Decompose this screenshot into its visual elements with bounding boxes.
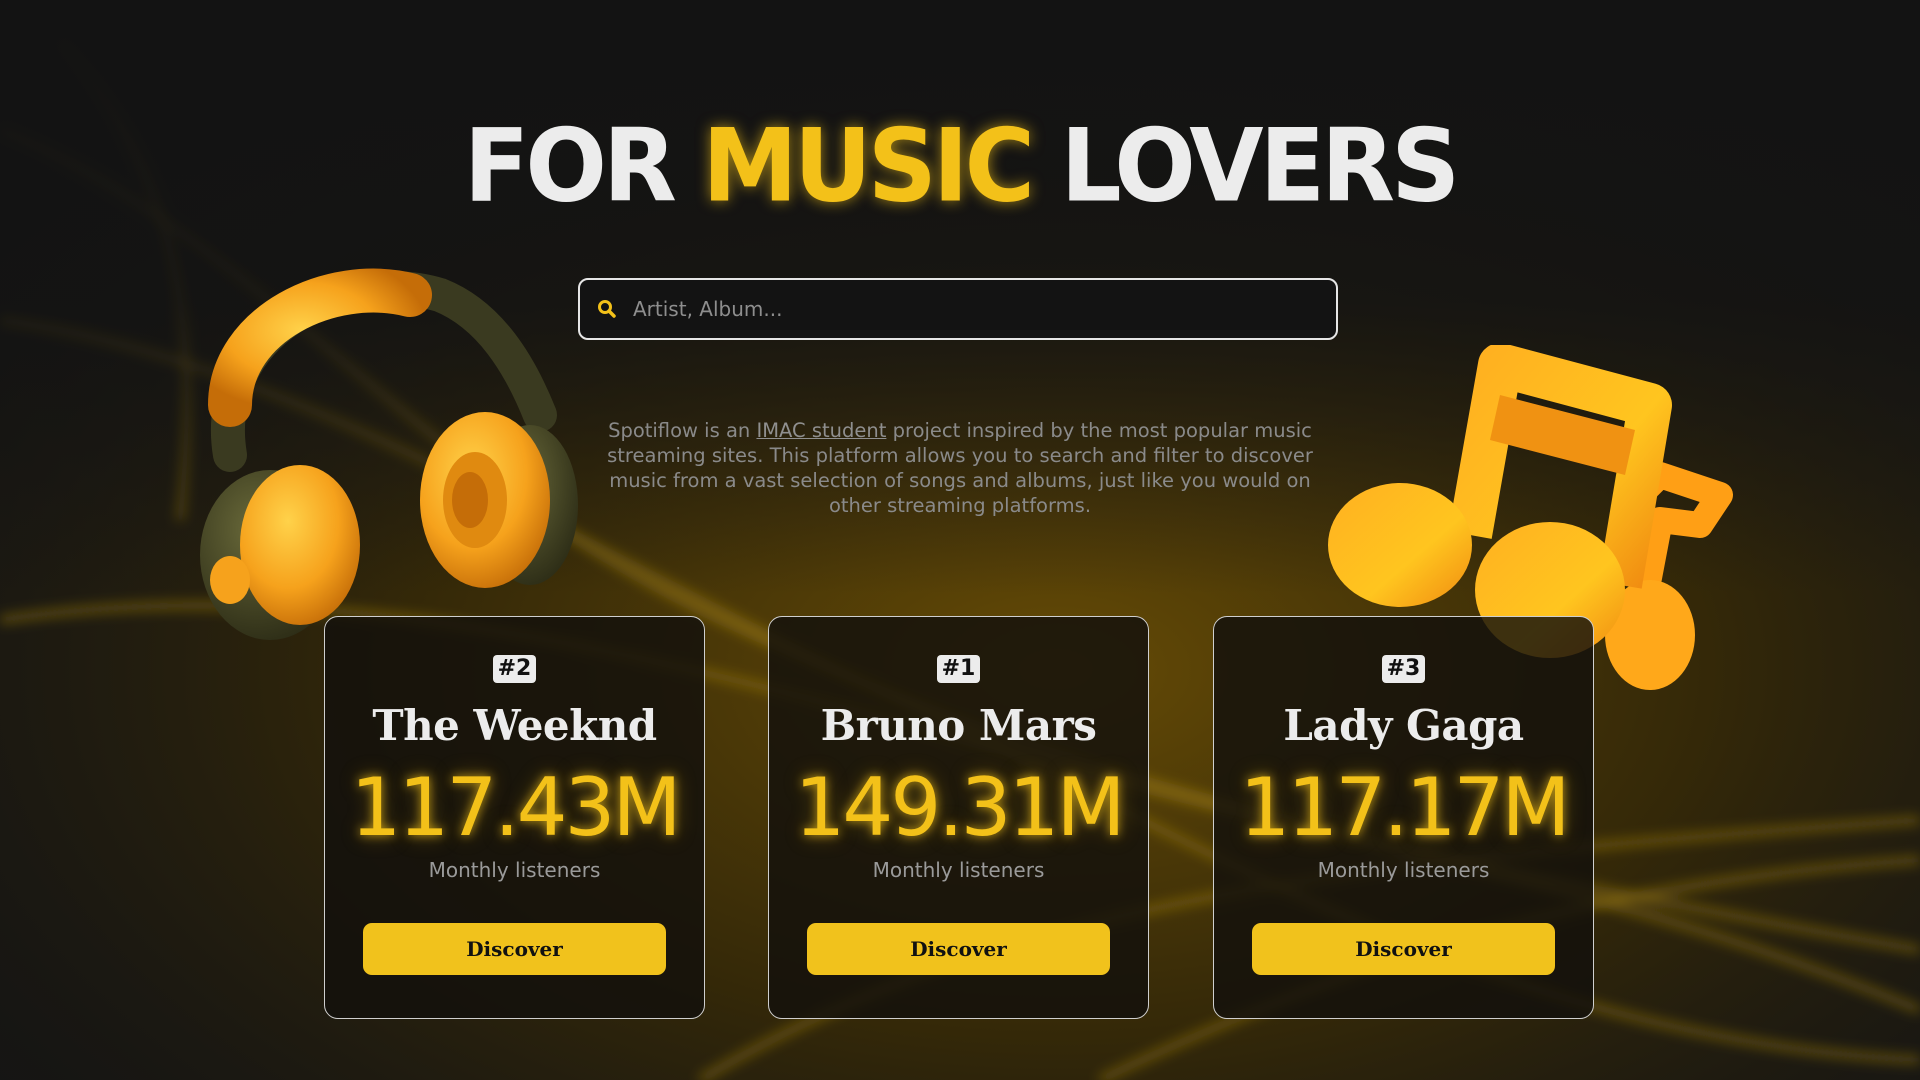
monthly-listeners-count: 117.17M bbox=[1239, 761, 1571, 854]
rank-badge: #2 bbox=[492, 655, 537, 683]
artist-card-the-weeknd: #2 The Weeknd 117.43M Monthly listeners … bbox=[324, 616, 705, 1019]
artist-card-bruno-mars: #1 Bruno Mars 149.31M Monthly listeners … bbox=[768, 616, 1149, 1019]
rank-badge: #3 bbox=[1381, 655, 1426, 683]
discover-button[interactable]: Discover bbox=[807, 923, 1110, 975]
search-icon bbox=[595, 297, 619, 321]
discover-button[interactable]: Discover bbox=[363, 923, 666, 975]
title-accent: MUSIC bbox=[702, 107, 1035, 225]
monthly-listeners-count: 117.43M bbox=[350, 761, 682, 854]
page-title: FOR MUSIC LOVERS bbox=[0, 116, 1920, 217]
monthly-listeners-count: 149.31M bbox=[794, 761, 1126, 854]
monthly-listeners-label: Monthly listeners bbox=[872, 858, 1045, 882]
artist-card-lady-gaga: #3 Lady Gaga 117.17M Monthly listeners D… bbox=[1213, 616, 1594, 1019]
search-input[interactable] bbox=[631, 296, 1336, 322]
title-part-1: FOR bbox=[463, 107, 677, 225]
rank-badge: #1 bbox=[936, 655, 981, 683]
description-intro: Spotiflow is an bbox=[608, 419, 751, 442]
monthly-listeners-label: Monthly listeners bbox=[1317, 858, 1490, 882]
artist-name: Lady Gaga bbox=[1283, 701, 1524, 750]
artist-name: The Weeknd bbox=[372, 701, 657, 750]
monthly-listeners-label: Monthly listeners bbox=[428, 858, 601, 882]
imac-student-link[interactable]: IMAC student bbox=[756, 419, 886, 442]
headphones-icon bbox=[200, 268, 578, 640]
description: Spotiflow is an IMAC student project ins… bbox=[600, 418, 1320, 518]
title-part-2: LOVERS bbox=[1060, 107, 1461, 225]
artist-name: Bruno Mars bbox=[820, 701, 1097, 750]
discover-button[interactable]: Discover bbox=[1252, 923, 1555, 975]
search-bar[interactable] bbox=[578, 278, 1338, 340]
